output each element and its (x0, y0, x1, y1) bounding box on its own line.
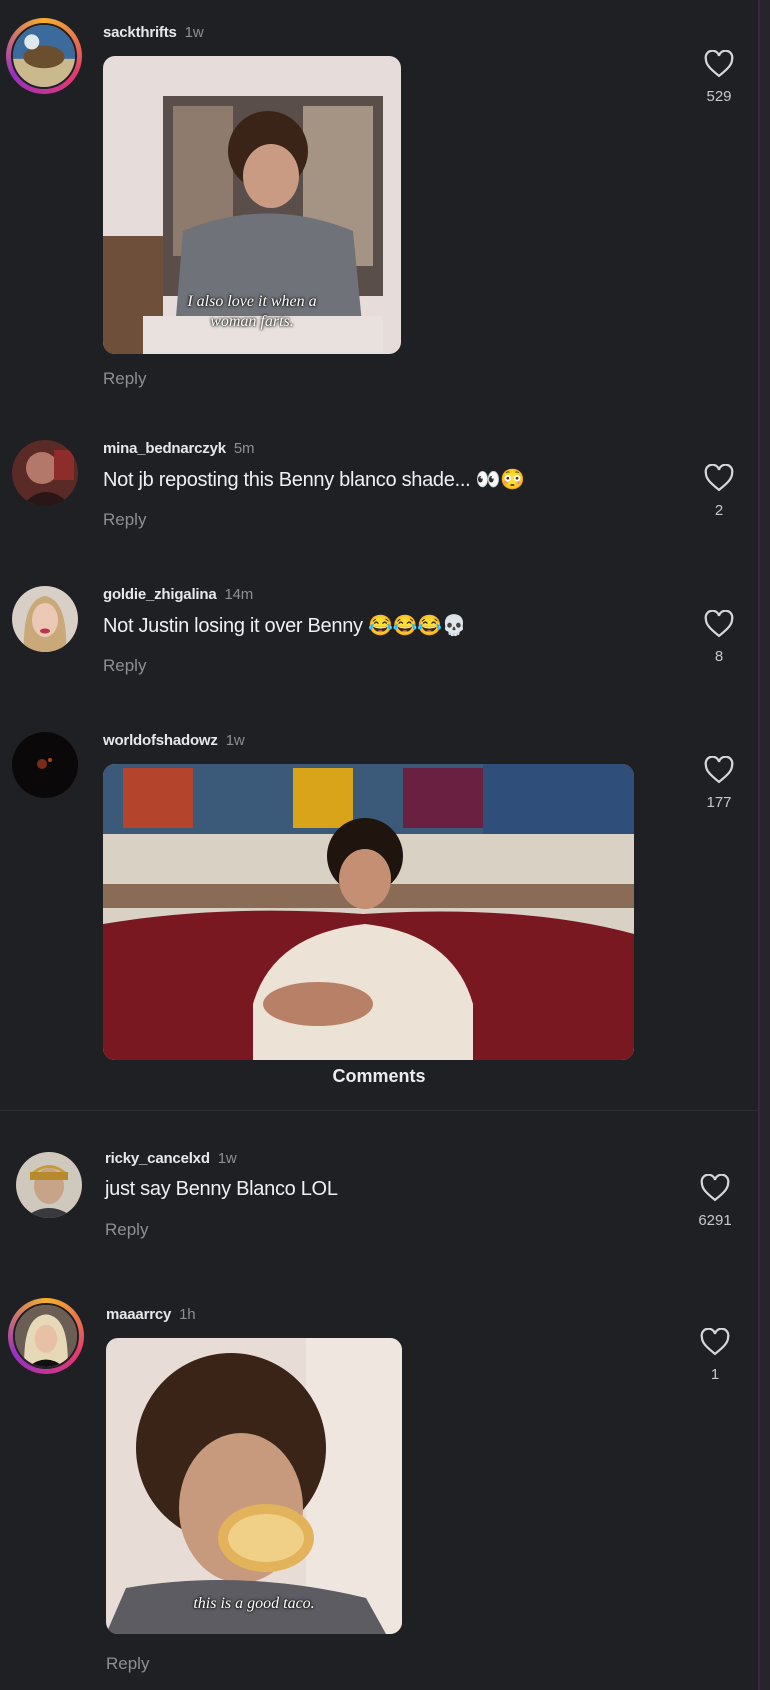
comment-timestamp: 14m (224, 586, 254, 603)
avatar[interactable] (12, 732, 78, 798)
comment-username[interactable]: maaarrcy 1h (106, 1306, 196, 1323)
reply-button[interactable]: Reply (103, 656, 146, 676)
comment-username[interactable]: mina_bednarczyk 5m (103, 440, 255, 457)
reply-button[interactable]: Reply (105, 1220, 148, 1240)
reply-button[interactable]: Reply (106, 1654, 149, 1674)
avatar[interactable] (12, 440, 78, 506)
avatar-image (15, 1305, 77, 1367)
like-button[interactable]: 529 (689, 50, 749, 105)
like-button[interactable]: 1 (685, 1328, 745, 1383)
comment-gif[interactable]: this is a good taco. (106, 1338, 402, 1634)
like-button[interactable]: 8 (689, 610, 749, 665)
reply-button[interactable]: Reply (103, 369, 146, 389)
like-count: 6291 (698, 1212, 732, 1229)
heart-outline-icon (704, 50, 734, 78)
comment-text: Not jb reposting this Benny blanco shade… (103, 469, 525, 491)
comment-username[interactable]: ricky_cancelxd 1w (105, 1150, 237, 1167)
avatar[interactable] (6, 18, 82, 94)
avatar-image (12, 732, 78, 798)
comment-username[interactable]: worldofshadowz 1w (103, 732, 245, 749)
like-count: 1 (710, 1366, 720, 1383)
gif-image (106, 1338, 402, 1634)
comment-gif[interactable]: I also love it when a woman farts. (103, 56, 401, 354)
comment-timestamp: 1w (225, 732, 245, 749)
comment-username[interactable]: goldie_zhigalina 14m (103, 586, 253, 603)
gif-caption: I also love it when a woman farts. (187, 293, 317, 330)
avatar[interactable] (8, 1298, 84, 1374)
avatar-image (12, 586, 78, 652)
comment-timestamp: 1h (179, 1306, 196, 1323)
avatar-image (16, 1152, 82, 1218)
comment-text: Not Justin losing it over Benny 😂😂😂💀 (103, 615, 467, 637)
gif-image (103, 764, 634, 1060)
heart-outline-icon (700, 1174, 730, 1202)
heart-outline-icon (700, 1328, 730, 1356)
avatar-image (13, 25, 75, 87)
avatar-image (12, 440, 78, 506)
gif-caption: this is a good taco. (193, 1595, 315, 1612)
comments-section-label: Comments (332, 1066, 426, 1086)
like-button[interactable]: 6291 (685, 1174, 745, 1229)
like-count: 529 (706, 88, 732, 105)
like-count: 2 (714, 502, 724, 519)
like-button[interactable]: 2 (689, 464, 749, 519)
avatar[interactable] (12, 586, 78, 652)
like-count: 177 (706, 794, 732, 811)
comment-username[interactable]: sackthrifts 1w (103, 24, 204, 41)
reply-button[interactable]: Reply (103, 510, 146, 530)
comment-text: just say Benny Blanco LOL (105, 1178, 338, 1200)
heart-outline-icon (704, 610, 734, 638)
avatar[interactable] (16, 1152, 82, 1218)
comment-gif[interactable] (103, 764, 634, 1060)
divider (0, 1110, 758, 1111)
comment-timestamp: 5m (233, 440, 255, 457)
comments-panel: sackthrifts 1w I also love it when a woma… (0, 0, 760, 1690)
like-count: 8 (714, 648, 724, 665)
like-button[interactable]: 177 (689, 756, 749, 811)
heart-outline-icon (704, 464, 734, 492)
comment-timestamp: 1w (184, 24, 204, 41)
comment-timestamp: 1w (217, 1150, 237, 1167)
heart-outline-icon (704, 756, 734, 784)
